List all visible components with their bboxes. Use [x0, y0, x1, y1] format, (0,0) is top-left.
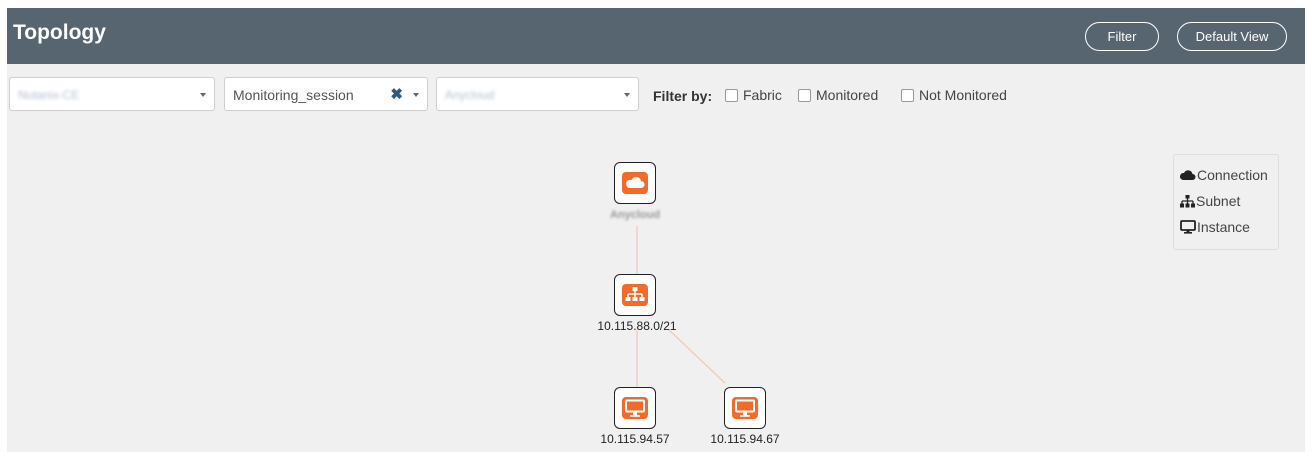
legend-connection: Connection: [1180, 167, 1268, 183]
subnet-node-label: 10.115.88.0/21: [597, 319, 677, 333]
legend-subnet-label: Subnet: [1196, 193, 1241, 209]
desktop-icon: [622, 397, 648, 419]
instance-node-2-label: 10.115.94.67: [710, 432, 780, 446]
sitemap-icon: [1180, 194, 1195, 207]
cloud-icon: [622, 172, 648, 194]
topology-graph: [636, 226, 726, 388]
subnet-node[interactable]: [614, 274, 656, 316]
desktop-icon: [732, 397, 758, 419]
instance-node-2[interactable]: [724, 387, 766, 429]
instance-node-1[interactable]: [614, 387, 656, 429]
legend-subnet: Subnet: [1180, 193, 1240, 209]
edge-subnet-instance2: [668, 329, 726, 384]
desktop-icon: [1180, 220, 1196, 234]
cloud-node[interactable]: [614, 162, 656, 204]
cloud-icon: [1180, 170, 1196, 180]
sitemap-icon: [622, 284, 648, 306]
legend-instance-label: Instance: [1197, 219, 1250, 235]
legend-instance: Instance: [1180, 219, 1250, 235]
legend-connection-label: Connection: [1197, 167, 1268, 183]
topology-panel: Topology Filter Default View Nutanix-CE …: [7, 8, 1305, 452]
cloud-node-label: Anycloud: [609, 209, 661, 221]
legend: Connection Subnet Instance: [1173, 154, 1279, 250]
